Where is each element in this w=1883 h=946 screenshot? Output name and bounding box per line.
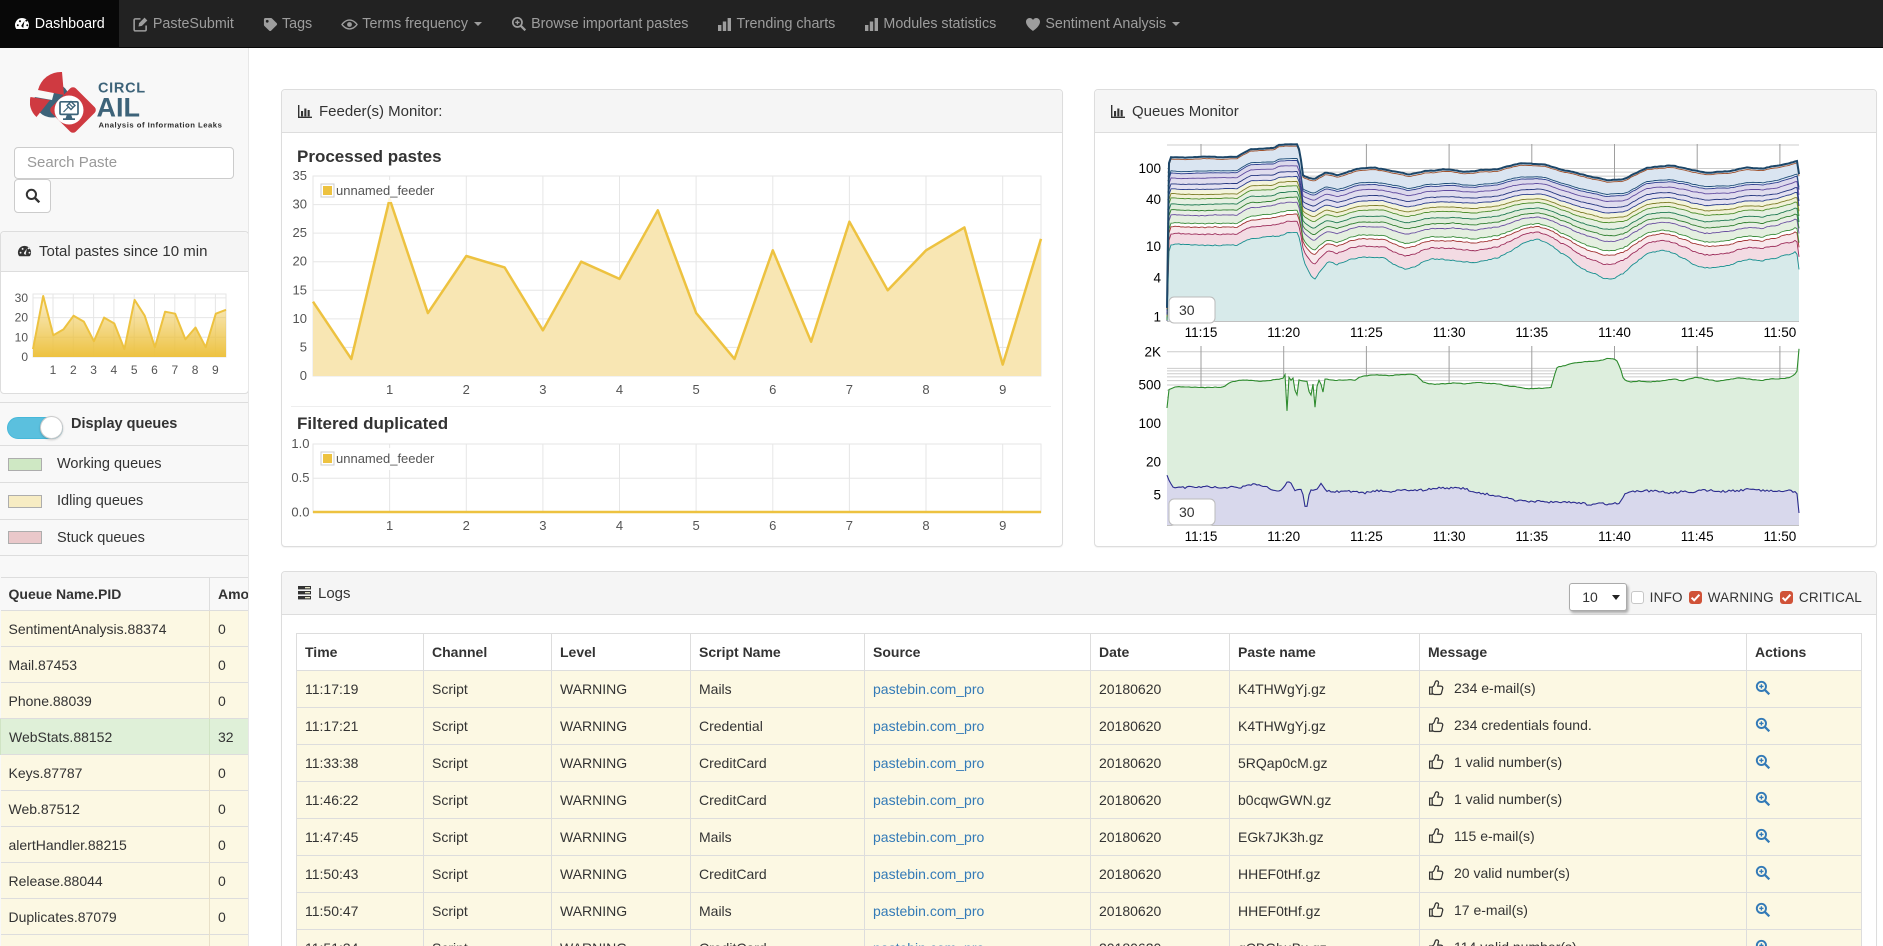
svg-text:11:25: 11:25: [1350, 529, 1383, 544]
svg-text:1: 1: [50, 363, 57, 377]
svg-text:1: 1: [386, 382, 393, 397]
svg-text:11:30: 11:30: [1433, 529, 1466, 544]
svg-text:2: 2: [463, 518, 470, 533]
svg-text:3: 3: [539, 382, 546, 397]
svg-text:10: 10: [293, 311, 307, 326]
svg-text:4: 4: [616, 518, 623, 533]
svg-text:10: 10: [15, 330, 29, 344]
svg-text:5: 5: [131, 363, 138, 377]
svg-text:6: 6: [769, 382, 776, 397]
svg-text:11:20: 11:20: [1267, 529, 1300, 544]
svg-text:Analysis of Information Leaks: Analysis of Information Leaks: [99, 121, 223, 130]
svg-text:8: 8: [922, 382, 929, 397]
svg-text:11:40: 11:40: [1598, 529, 1631, 544]
svg-text:8: 8: [192, 363, 199, 377]
svg-text:35: 35: [293, 171, 307, 183]
svg-text:11:15: 11:15: [1185, 325, 1218, 340]
svg-text:11:50: 11:50: [1764, 325, 1797, 340]
svg-text:25: 25: [293, 225, 307, 240]
svg-text:2: 2: [70, 363, 77, 377]
svg-text:5: 5: [692, 382, 699, 397]
svg-text:2K: 2K: [1144, 344, 1161, 359]
svg-text:0.5: 0.5: [291, 470, 309, 485]
svg-text:1: 1: [1153, 310, 1161, 325]
svg-text:100: 100: [1138, 416, 1161, 431]
svg-text:unnamed_feeder: unnamed_feeder: [336, 451, 435, 466]
svg-text:5: 5: [1153, 488, 1161, 503]
svg-text:11:40: 11:40: [1598, 325, 1631, 340]
svg-text:30: 30: [1179, 504, 1195, 520]
svg-text:8: 8: [922, 518, 929, 533]
svg-text:11:50: 11:50: [1764, 529, 1797, 544]
svg-text:30: 30: [15, 291, 29, 305]
svg-text:11:35: 11:35: [1515, 325, 1548, 340]
svg-text:40: 40: [1146, 192, 1161, 207]
svg-text:unnamed_feeder: unnamed_feeder: [336, 183, 435, 198]
svg-text:15: 15: [293, 282, 307, 297]
svg-text:3: 3: [539, 518, 546, 533]
svg-text:9: 9: [212, 363, 219, 377]
svg-text:4: 4: [1153, 270, 1161, 285]
svg-text:10: 10: [1146, 239, 1161, 254]
svg-text:9: 9: [999, 382, 1006, 397]
svg-text:1: 1: [386, 518, 393, 533]
svg-text:AIL: AIL: [97, 93, 141, 123]
svg-text:4: 4: [111, 363, 118, 377]
svg-text:4: 4: [616, 382, 623, 397]
svg-text:6: 6: [769, 518, 776, 533]
svg-text:30: 30: [1179, 302, 1195, 318]
svg-text:11:35: 11:35: [1515, 529, 1548, 544]
svg-text:500: 500: [1138, 378, 1161, 393]
svg-text:0.0: 0.0: [291, 505, 309, 520]
svg-text:20: 20: [293, 254, 307, 269]
svg-text:100: 100: [1138, 161, 1161, 176]
svg-text:7: 7: [846, 382, 853, 397]
svg-text:5: 5: [692, 518, 699, 533]
svg-text:2: 2: [463, 382, 470, 397]
svg-text:11:25: 11:25: [1350, 325, 1383, 340]
svg-text:20: 20: [1146, 455, 1161, 470]
svg-text:7: 7: [846, 518, 853, 533]
svg-text:20: 20: [15, 311, 29, 325]
svg-text:3: 3: [90, 363, 97, 377]
svg-text:11:15: 11:15: [1185, 529, 1218, 544]
svg-text:1.0: 1.0: [291, 439, 309, 451]
svg-text:30: 30: [293, 197, 307, 212]
svg-text:6: 6: [151, 363, 158, 377]
svg-text:9: 9: [999, 518, 1006, 533]
svg-text:11:45: 11:45: [1681, 529, 1714, 544]
svg-text:7: 7: [171, 363, 178, 377]
svg-text:0: 0: [21, 350, 28, 364]
svg-text:0: 0: [300, 368, 307, 383]
svg-text:11:45: 11:45: [1681, 325, 1714, 340]
svg-text:11:20: 11:20: [1267, 325, 1300, 340]
svg-text:5: 5: [300, 339, 307, 354]
svg-text:11:30: 11:30: [1433, 325, 1466, 340]
